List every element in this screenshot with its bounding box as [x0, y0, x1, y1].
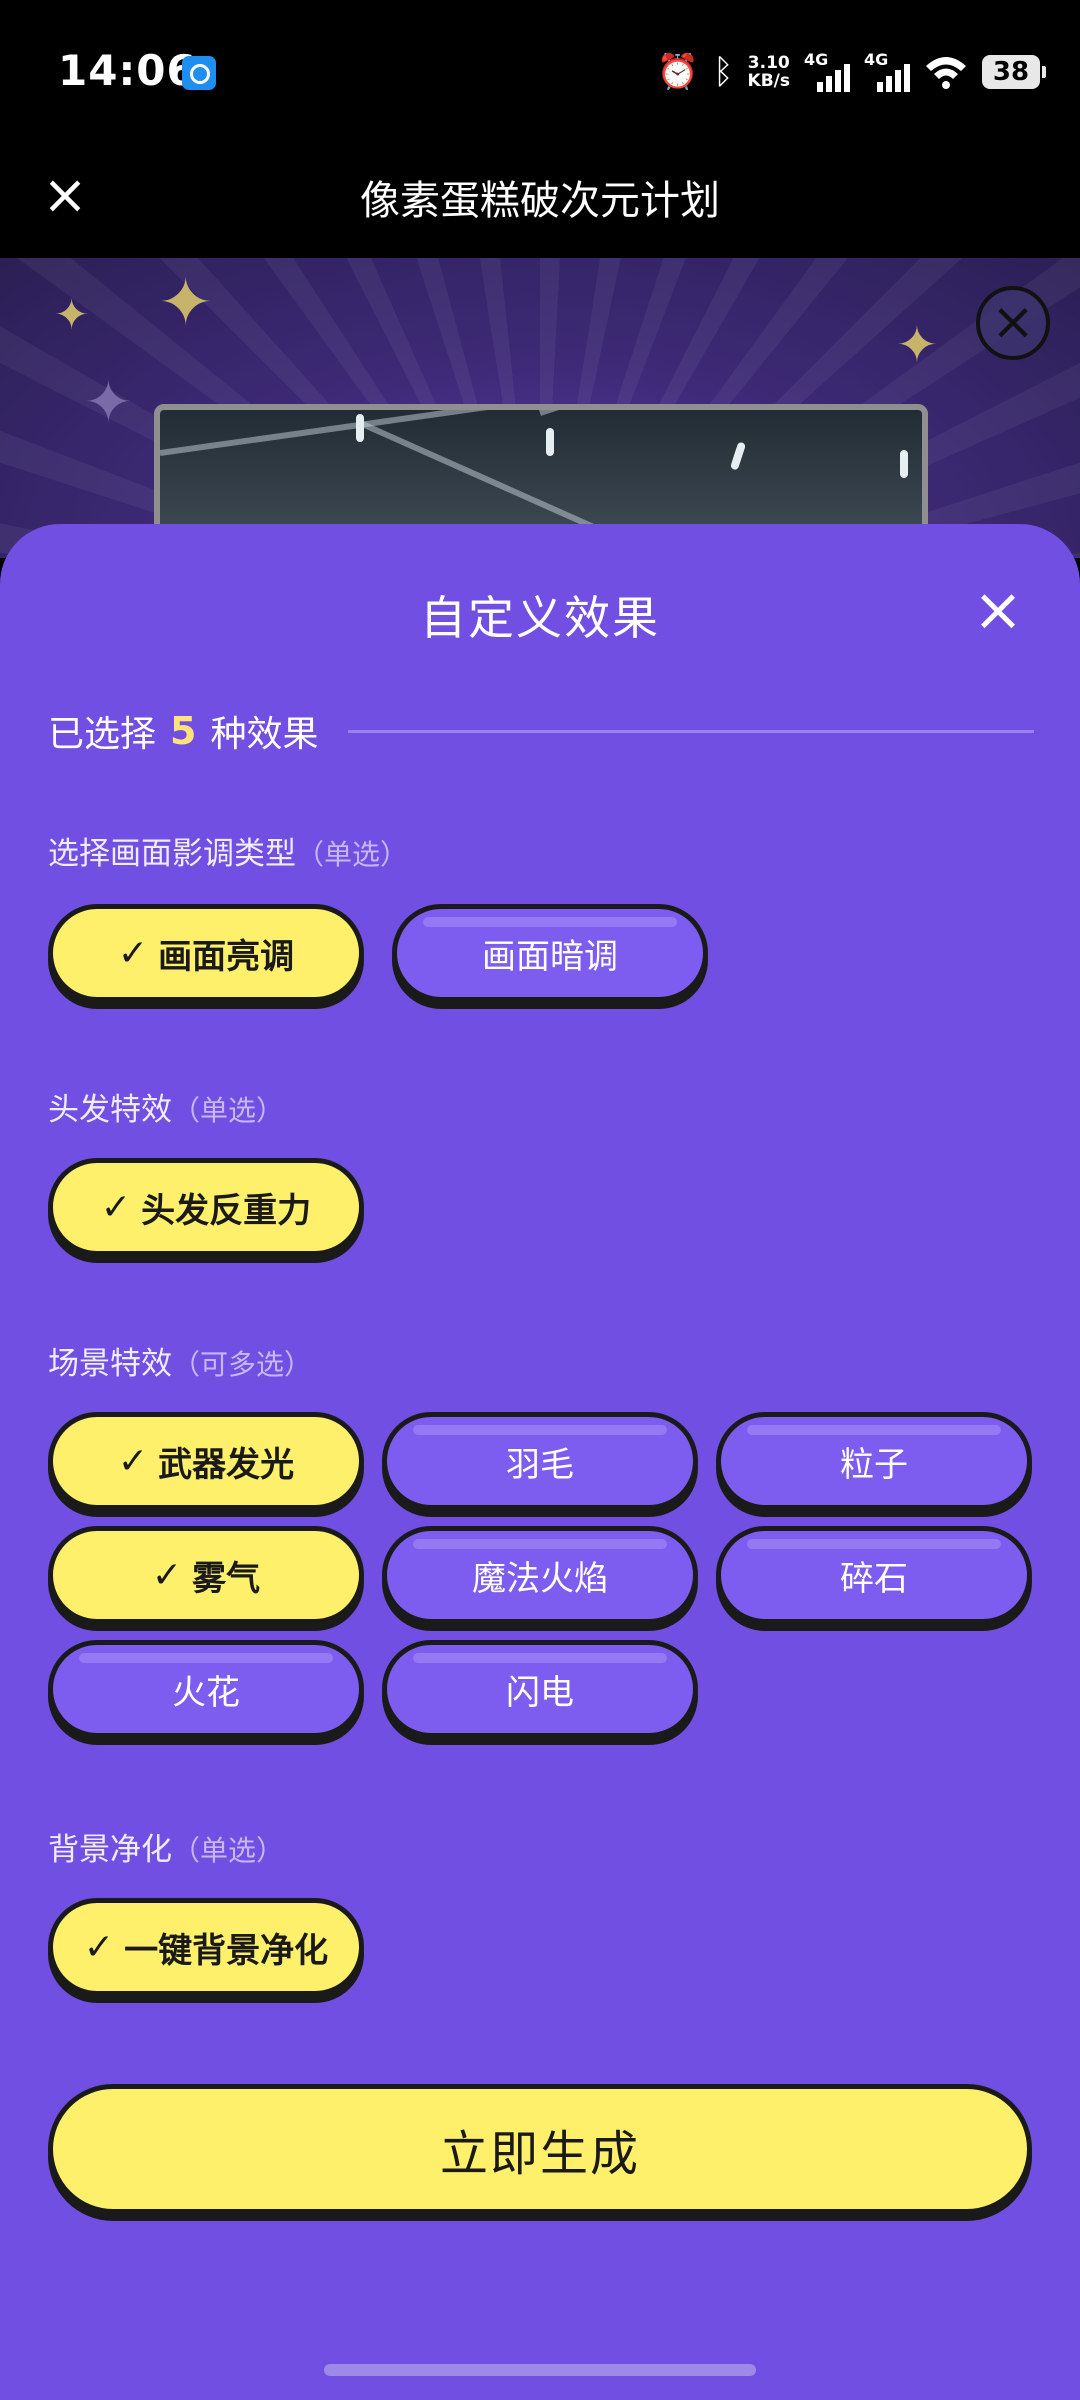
page-title: 像素蛋糕破次元计划 — [360, 178, 720, 224]
generate-button[interactable]: 立即生成 — [48, 2084, 1032, 2214]
signal-icon: 4G — [804, 50, 850, 94]
sheet-title: 自定义效果 — [420, 591, 660, 645]
sparkle-icon: ✦ — [84, 368, 133, 436]
option-label: 画面暗调 — [482, 936, 618, 977]
section-title: 选择画面影调类型 — [48, 836, 296, 872]
section-label-background: 背景净化（单选） — [48, 1824, 284, 1869]
option-background-purify[interactable]: ✓ 一键背景净化 — [48, 1898, 364, 1996]
section-label-hair: 头发特效（单选） — [48, 1084, 284, 1129]
option-dark-tone[interactable]: 画面暗调 — [392, 904, 708, 1002]
selected-count-row: 已选择 5 种效果 — [48, 696, 1034, 766]
background-banner: ✦ ✦ ✦ ✦ × — [0, 258, 1080, 558]
option-particles[interactable]: 粒子 — [716, 1412, 1032, 1510]
check-icon: ✓ — [117, 932, 149, 974]
section-hint: （单选） — [296, 838, 409, 871]
status-time: 14:06 — [58, 46, 197, 95]
option-sparks[interactable]: 火花 — [48, 1640, 364, 1738]
option-label: 头发反重力 — [141, 1190, 312, 1231]
bluetooth-icon: ᛒ — [713, 52, 734, 92]
section-hint: （可多选） — [172, 1348, 313, 1381]
selected-count: 5 — [170, 709, 197, 753]
option-magic-flame[interactable]: 魔法火焰 — [382, 1526, 698, 1624]
check-icon: ✓ — [117, 1440, 149, 1482]
section-title: 头发特效 — [48, 1092, 172, 1128]
app-title-bar: × 像素蛋糕破次元计划 — [0, 140, 1080, 258]
check-icon: ✓ — [100, 1186, 132, 1228]
net-speed: 3.10 KB/s — [748, 54, 790, 90]
option-label: 碎石 — [840, 1558, 908, 1599]
option-label: 闪电 — [506, 1672, 574, 1713]
option-bright-tone[interactable]: ✓ 画面亮调 — [48, 904, 364, 1002]
close-icon[interactable]: × — [976, 286, 1050, 360]
close-icon[interactable]: × — [970, 580, 1026, 640]
sparkle-icon: ✦ — [54, 290, 90, 339]
option-label: 一键背景净化 — [124, 1930, 329, 1971]
home-indicator[interactable] — [324, 2364, 756, 2376]
sparkle-icon: ✦ — [158, 264, 214, 341]
section-title: 背景净化 — [48, 1832, 172, 1868]
status-icons: ⏰ ᛒ 3.10 KB/s 4G 4G 38 — [656, 48, 1046, 96]
option-weapon-glow[interactable]: ✓ 武器发光 — [48, 1412, 364, 1510]
section-label-scene: 场景特效（可多选） — [48, 1338, 312, 1383]
selected-prefix: 已选择 — [48, 714, 157, 755]
divider — [348, 729, 1034, 733]
option-label: 羽毛 — [506, 1444, 574, 1485]
net-speed-value: 3.10 — [747, 53, 790, 73]
option-fog[interactable]: ✓ 雾气 — [48, 1526, 364, 1624]
option-label: 火花 — [172, 1672, 240, 1713]
alarm-icon: ⏰ — [656, 52, 700, 92]
section-hint: （单选） — [172, 1834, 285, 1867]
notification-app-icon — [182, 56, 216, 90]
wifi-icon — [926, 57, 966, 89]
option-feather[interactable]: 羽毛 — [382, 1412, 698, 1510]
status-bar: 14:06 ⏰ ᛒ 3.10 KB/s 4G 4G 38 — [0, 0, 1080, 140]
net-speed-unit: KB/s — [747, 71, 790, 91]
option-hair-antigravity[interactable]: ✓ 头发反重力 — [48, 1158, 364, 1256]
section-hint: （单选） — [172, 1094, 285, 1127]
option-label: 雾气 — [192, 1558, 261, 1599]
option-label: 粒子 — [840, 1444, 908, 1485]
sparkle-icon: ✦ — [896, 316, 938, 374]
check-icon: ✓ — [151, 1554, 183, 1596]
option-rubble[interactable]: 碎石 — [716, 1526, 1032, 1624]
battery-icon: 38 — [982, 55, 1046, 89]
option-label: 魔法火焰 — [472, 1558, 608, 1599]
section-title: 场景特效 — [48, 1346, 172, 1382]
custom-effects-sheet: 自定义效果 × 已选择 5 种效果 选择画面影调类型（单选） ✓ 画面亮调 画面… — [0, 524, 1080, 2400]
option-lightning[interactable]: 闪电 — [382, 1640, 698, 1738]
option-label: 画面亮调 — [158, 936, 295, 977]
section-label-tone: 选择画面影调类型（单选） — [48, 828, 408, 873]
signal-icon: 4G — [864, 50, 910, 94]
check-icon: ✓ — [83, 1926, 115, 1968]
option-label: 武器发光 — [158, 1444, 295, 1485]
selected-suffix: 种效果 — [210, 714, 319, 755]
